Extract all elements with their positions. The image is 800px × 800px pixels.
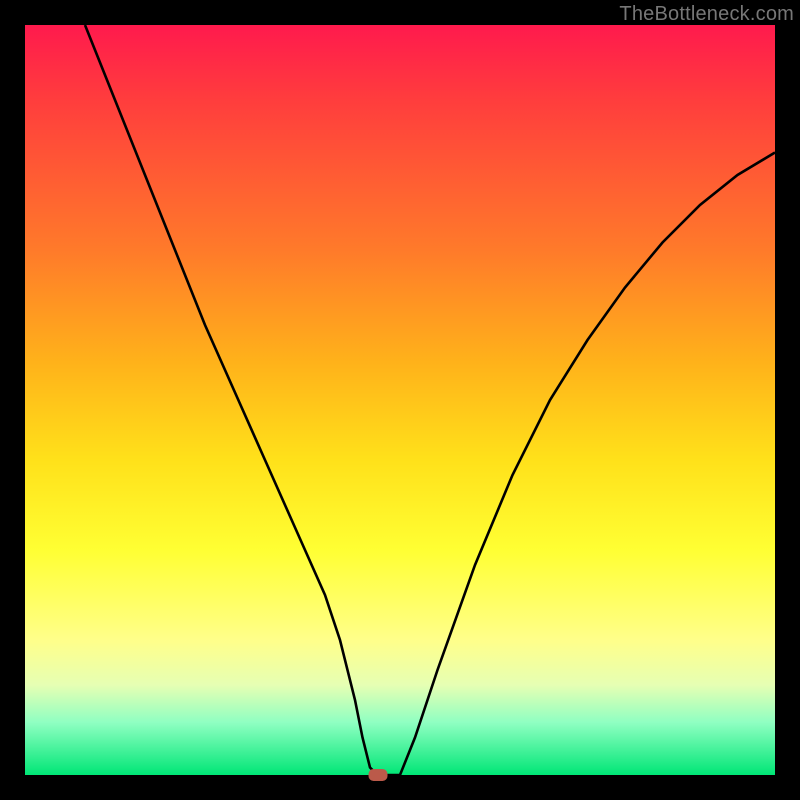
bottleneck-curve	[25, 25, 775, 775]
watermark-text: TheBottleneck.com	[619, 3, 794, 26]
optimum-marker	[368, 769, 387, 781]
plot-area	[25, 25, 775, 775]
curve-path	[85, 25, 775, 775]
chart-frame: TheBottleneck.com	[0, 0, 800, 800]
